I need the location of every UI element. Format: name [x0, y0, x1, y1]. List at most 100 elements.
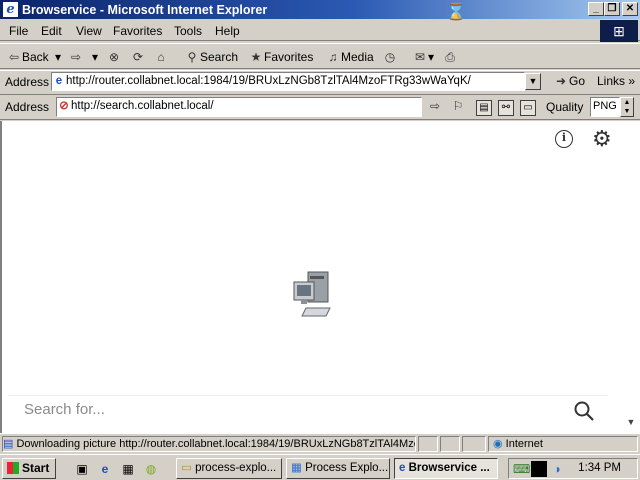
task-process-explorer[interactable]: ▦ Process Explo... — [286, 458, 390, 479]
chevron-right-icon: » — [628, 74, 636, 88]
minimize-button[interactable]: _ — [588, 2, 604, 16]
insecure-page-icon: ⊘ — [59, 100, 69, 112]
status-bar: ▤ Downloading picture http://router.coll… — [0, 433, 640, 453]
forward-button[interactable]: ⇨ — [68, 49, 84, 66]
task-browservice[interactable]: e Browservice ... — [394, 458, 498, 479]
bookmarks-list-icon[interactable]: ▤ — [476, 100, 492, 116]
refresh-button[interactable]: ⟳ — [130, 49, 146, 66]
history-button[interactable]: ◷ — [382, 49, 398, 66]
windows-flag-icon — [7, 462, 19, 474]
folder-icon: ▭ — [181, 462, 192, 474]
clipboard-icon[interactable]: ▭ — [520, 100, 536, 116]
menu-help[interactable]: Help — [215, 24, 240, 38]
ie-logo-icon: e — [399, 462, 406, 474]
process-explorer-tray-icon[interactable]: ◑ — [549, 461, 565, 477]
search-button[interactable]: ⚲ Search — [184, 49, 238, 66]
favorites-button[interactable]: ★ Favorites — [248, 49, 314, 66]
task-label: Process Explo... — [305, 462, 389, 474]
page-icon: e — [55, 75, 63, 87]
status-cell-2 — [440, 436, 460, 452]
clock[interactable]: 1:34 PM — [578, 462, 621, 474]
title-bar: e Browservice - Microsoft Internet Explo… — [0, 0, 640, 19]
vertical-scrollbar[interactable]: ▼ — [622, 121, 640, 433]
bs-address-label: Address — [5, 100, 50, 114]
computer-icon — [293, 271, 331, 317]
links-label: Links — [597, 74, 626, 88]
browservice-bar: Address ⊘ http://search.collabnet.local/ … — [0, 94, 640, 120]
go-arrow-icon: ⇨ — [429, 99, 441, 113]
search-icon: ⚲ — [187, 50, 197, 64]
quality-stepper[interactable]: ▲ ▼ — [620, 97, 634, 117]
gear-icon[interactable]: ⚙ — [592, 128, 612, 150]
standard-toolbar: ⇦ Back ▾ ⇨ ▾ ⊗ ⟳ ⌂ ⚲ Search ★ Favorites ♫ Me… — [0, 43, 640, 69]
windows-throbber-icon: ⊞ — [600, 20, 638, 42]
search-underline — [8, 395, 608, 396]
search-magnifier-icon[interactable] — [573, 400, 595, 422]
bs-go-button[interactable]: ⇨ — [427, 98, 443, 115]
close-button[interactable]: ✕ — [622, 2, 638, 16]
refresh-icon: ⟳ — [132, 50, 144, 64]
media-button[interactable]: ♫ Media — [325, 49, 374, 66]
status-message: ▤ Downloading picture http://router.coll… — [2, 436, 416, 452]
process-explorer-icon: ▦ — [291, 462, 302, 474]
media-quicklaunch-icon[interactable]: ◍ — [143, 461, 159, 477]
info-icon[interactable]: i — [555, 130, 573, 148]
address-url: http://router.collabnet.local:1984/19/BR… — [66, 75, 471, 87]
back-button[interactable]: ⇦ Back — [6, 49, 49, 66]
console-tray-icon[interactable] — [531, 461, 547, 477]
media-label: Media — [341, 50, 374, 64]
print-button[interactable]: ⎙ — [442, 49, 458, 66]
system-tray: ⌨ ◑ 1:34 PM — [508, 458, 638, 479]
restore-button[interactable]: ❐ — [604, 2, 620, 16]
scroll-down-icon[interactable]: ▼ — [624, 417, 638, 427]
menu-bar: File Edit View Favorites Tools Help — [0, 19, 640, 41]
bs-address-input[interactable]: ⊘ http://search.collabnet.local/ — [56, 97, 422, 117]
mail-button[interactable]: ✉ ▾ — [412, 49, 434, 66]
back-dropdown-icon[interactable]: ▾ — [55, 49, 61, 66]
find-icon[interactable]: ⚯ — [498, 100, 514, 116]
back-arrow-icon: ⇦ — [8, 50, 20, 64]
menu-favorites[interactable]: Favorites — [113, 24, 162, 38]
bs-url: http://search.collabnet.local/ — [71, 100, 214, 112]
zone-cell: ◉ Internet — [488, 436, 638, 452]
stop-button[interactable]: ⊗ — [106, 49, 122, 66]
task-label: Browservice ... — [408, 462, 490, 474]
taskbar: Start ▣ e ▦ ◍ ▭ process-explo... ▦ Proce… — [0, 454, 640, 480]
window-title: Browservice - Microsoft Internet Explore… — [22, 3, 268, 17]
menu-tools[interactable]: Tools — [174, 24, 202, 38]
show-desktop-icon[interactable]: ▣ — [74, 461, 90, 477]
back-label: Back — [22, 50, 49, 64]
loading-page-icon: ▤ — [3, 438, 14, 450]
address-label: Address — [5, 75, 50, 89]
explorer-quicklaunch-icon[interactable]: ▦ — [120, 461, 136, 477]
forward-dropdown-icon[interactable]: ▾ — [92, 49, 98, 66]
mail-icon: ✉ — [414, 50, 426, 64]
home-button[interactable]: ⌂ — [153, 49, 169, 66]
stop-icon: ⊗ — [108, 50, 120, 64]
task-label: process-explo... — [195, 462, 277, 474]
address-dropdown-icon[interactable]: ▼ — [525, 73, 541, 90]
bookmark-icon: ⚐ — [452, 99, 464, 113]
ie-quicklaunch-icon[interactable]: e — [97, 461, 113, 477]
task-process-explorer-folder[interactable]: ▭ process-explo... — [176, 458, 282, 479]
quality-label: Quality — [546, 100, 584, 114]
search-input[interactable]: Search for... — [24, 401, 105, 418]
links-button[interactable]: Links » — [597, 73, 635, 90]
ie-address-bar: Address e http://router.collabnet.local:1… — [0, 70, 640, 92]
forward-arrow-icon: ⇨ — [70, 50, 82, 64]
network-tray-icon[interactable]: ⌨ — [513, 461, 530, 477]
menu-edit[interactable]: Edit — [41, 24, 62, 38]
search-label: Search — [200, 50, 239, 64]
history-icon: ◷ — [384, 50, 396, 64]
start-button[interactable]: Start — [2, 458, 56, 479]
print-icon: ⎙ — [445, 50, 455, 64]
menu-view[interactable]: View — [76, 24, 102, 38]
address-input[interactable]: e http://router.collabnet.local:1984/19/B… — [51, 72, 525, 91]
home-icon: ⌂ — [157, 50, 165, 64]
bookmark-button[interactable]: ⚐ — [450, 98, 466, 115]
status-text: Downloading picture http://router.collab… — [16, 438, 415, 450]
quality-input[interactable]: PNG — [590, 97, 620, 117]
ie-logo-icon: e — [3, 2, 18, 17]
menu-file[interactable]: File — [9, 24, 28, 38]
go-button[interactable]: ➜ Go — [553, 73, 585, 90]
